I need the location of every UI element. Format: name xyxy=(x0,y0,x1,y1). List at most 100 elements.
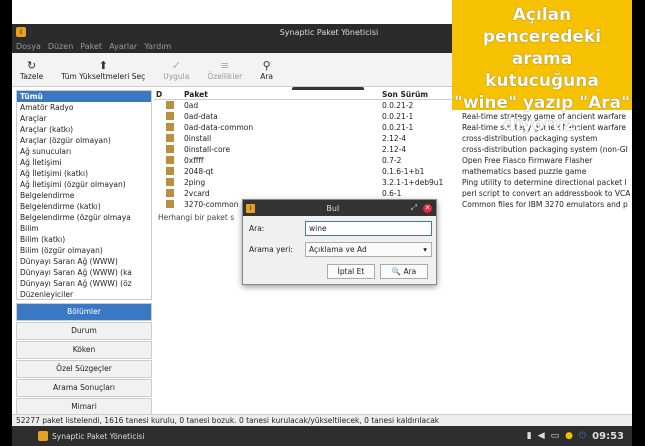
network-icon[interactable]: ▮ xyxy=(527,431,532,441)
volume-icon[interactable]: ◀ xyxy=(538,431,545,441)
sidebar: Tümü Amatör Radyo Araçlar Araçlar (katkı) Ar… xyxy=(16,90,152,416)
package-icon xyxy=(166,166,180,177)
row-status-checkbox[interactable] xyxy=(154,122,166,133)
toolbar-button-upgrade[interactable]: ⬆ Tüm Yükseltmeleri Seç xyxy=(61,59,145,81)
category-item[interactable]: Ağ sunucuları xyxy=(17,146,151,157)
category-list: Tümü Amatör Radyo Araçlar Araçlar (katkı) Ar… xyxy=(16,90,152,300)
row-status-checkbox[interactable] xyxy=(154,111,166,122)
search-scope-value: Açıklama ve Ad xyxy=(309,244,367,254)
category-item[interactable]: Bilim (katkı) xyxy=(17,234,151,245)
toolbar-button-label: Özellikler xyxy=(207,71,243,81)
package-name: 0ad-data xyxy=(184,112,218,121)
chevron-down-icon: ▾ xyxy=(423,244,427,254)
category-item[interactable]: Bilim (özgür olmayan) xyxy=(17,245,151,256)
filter-button[interactable]: Köken xyxy=(16,341,152,359)
row-status-checkbox[interactable] xyxy=(154,199,166,210)
row-status-checkbox[interactable] xyxy=(154,144,166,155)
filter-button[interactable]: Arama Sonuçları xyxy=(16,379,152,397)
package-name: 2ping xyxy=(184,178,206,187)
system-tray: ▮ ◀ ▭ ● ⏻ 09:53 xyxy=(527,431,632,442)
category-item[interactable]: Araçlar (özgür olmayan) xyxy=(17,135,151,146)
package-name: 0ad-data-common xyxy=(184,123,254,132)
package-version: 2.12-4 xyxy=(382,145,407,154)
search-button[interactable]: 🔍 Ara xyxy=(380,264,428,279)
filter-button[interactable]: Durum xyxy=(16,322,152,340)
category-item[interactable]: Düzenleyiciler xyxy=(17,289,151,299)
row-status-checkbox[interactable] xyxy=(154,155,166,166)
power-icon[interactable]: ⏻ xyxy=(579,431,586,441)
toolbar-button-reload[interactable]: ↻ Tazele xyxy=(20,59,43,81)
category-item[interactable]: Dünyayı Saran Ağ (WWW) xyxy=(17,256,151,267)
menu-item[interactable]: Dosya xyxy=(16,42,41,51)
dialog-app-icon: i xyxy=(246,203,255,213)
table-row[interactable]: 2048-qt 0.1.6-1+b1 mathematics based puzzl… xyxy=(154,166,632,177)
toolbar-button-search[interactable]: ⚲ Ara xyxy=(260,59,273,81)
category-item[interactable]: Belgelendirme xyxy=(17,190,151,201)
toolbar-button-label: Tüm Yükseltmeleri Seç xyxy=(61,71,146,81)
package-name: 0ad xyxy=(184,101,199,110)
package-description: perl script to convert an addressbook to… xyxy=(462,189,631,198)
scope-field-label: Arama yeri: xyxy=(249,244,293,254)
close-icon[interactable]: ✕ xyxy=(423,203,432,213)
package-version: 3.2.1-1+deb9u1 xyxy=(382,178,444,187)
row-status-checkbox[interactable] xyxy=(154,133,166,144)
search-icon: 🔍 xyxy=(391,267,402,276)
table-row[interactable]: 0xffff 0.7-2 Open Free Fiasco Firmware Fla… xyxy=(154,155,632,166)
category-item[interactable]: Araçlar xyxy=(17,113,151,124)
taskbar-synaptic-item[interactable]: Synaptic Paket Yöneticisi xyxy=(38,431,144,441)
table-row[interactable]: 2ping 3.2.1-1+deb9u1 Ping utility to deter… xyxy=(154,177,632,188)
table-row[interactable]: 0install-core 2.12-4 cross-distribution pa… xyxy=(154,144,632,155)
package-description: Common files for IBM 3270 emulators and … xyxy=(462,200,628,209)
search-scope-select[interactable]: Açıklama ve Ad ▾ xyxy=(305,241,432,257)
find-dialog: i Bul ⤢ ✕ Ara: wine Arama yeri: Açıklama… xyxy=(242,199,437,285)
category-item[interactable]: Dünyayı Saran Ağ (WWW) (öz xyxy=(17,278,151,289)
notification-icon[interactable]: ● xyxy=(565,431,573,441)
category-item[interactable]: Ağ İletişimi xyxy=(17,157,151,168)
category-item[interactable]: Dünyayı Saran Ağ (WWW) (ka xyxy=(17,267,151,278)
col-status-header[interactable]: D xyxy=(154,90,166,99)
taskbar: Synaptic Paket Yöneticisi ▮ ◀ ▭ ● ⏻ 09:5… xyxy=(12,426,632,446)
menu-item[interactable]: Yardım xyxy=(144,42,171,51)
clock[interactable]: 09:53 xyxy=(592,431,624,442)
table-row[interactable]: 2vcard 0.6-1 perl script to convert an add… xyxy=(154,188,632,199)
package-version: 0.0.21-1 xyxy=(382,123,414,132)
category-item[interactable]: Tümü xyxy=(17,91,151,102)
row-status-checkbox[interactable] xyxy=(154,100,166,111)
package-description: cross-distribution packaging system (non… xyxy=(462,145,628,154)
maximize-icon[interactable]: ⤢ xyxy=(411,203,417,213)
package-version: 0.1.6-1+b1 xyxy=(382,167,425,176)
battery-icon[interactable]: ▭ xyxy=(551,431,560,441)
reload-icon: ↻ xyxy=(26,58,37,72)
search-field-label: Ara: xyxy=(249,223,265,233)
col-version-header[interactable]: Son Sürüm xyxy=(382,90,462,99)
category-item[interactable]: Belgelendirme (katkı) xyxy=(17,201,151,212)
menu-item[interactable]: Düzen xyxy=(48,42,73,51)
search-button-label: Ara xyxy=(403,267,417,276)
category-item[interactable]: Amatör Radyo xyxy=(17,102,151,113)
toolbar-button-apply[interactable]: ✓ Uygula xyxy=(163,59,189,81)
upgrade-icon: ⬆ xyxy=(98,58,108,72)
category-item[interactable]: Araçlar (katkı) xyxy=(17,124,151,135)
menu-item[interactable]: Ayarlar xyxy=(109,42,137,51)
status-bar: 52277 paket listelendi, 1616 tanesi kuru… xyxy=(12,414,632,426)
menu-item[interactable]: Paket xyxy=(80,42,102,51)
category-item[interactable]: Belgelendirme (özgür olmaya xyxy=(17,212,151,223)
row-status-checkbox[interactable] xyxy=(154,188,166,199)
package-version: 0.0.21-2 xyxy=(382,101,414,110)
toolbar-button-label: Ara xyxy=(260,71,273,81)
col-package-header[interactable]: Paket xyxy=(180,90,382,99)
package-name: 2vcard xyxy=(184,189,210,198)
search-input[interactable]: wine xyxy=(305,220,432,236)
category-item[interactable]: Bilim xyxy=(17,223,151,234)
search-icon: ⚲ xyxy=(262,58,271,72)
cancel-button[interactable]: İptal Et xyxy=(327,264,375,279)
package-version: 0.6-1 xyxy=(382,189,402,198)
category-item[interactable]: Ağ İletişimi (katkı) xyxy=(17,168,151,179)
category-item[interactable]: Ağ İletişimi (özgür olmayan) xyxy=(17,179,151,190)
filter-button[interactable]: Bölümler xyxy=(16,303,152,321)
toolbar-button-properties[interactable]: ≡ Özellikler xyxy=(207,59,242,81)
row-status-checkbox[interactable] xyxy=(154,177,166,188)
package-icon xyxy=(166,177,180,188)
filter-button[interactable]: Özel Süzgeçler xyxy=(16,360,152,378)
row-status-checkbox[interactable] xyxy=(154,166,166,177)
